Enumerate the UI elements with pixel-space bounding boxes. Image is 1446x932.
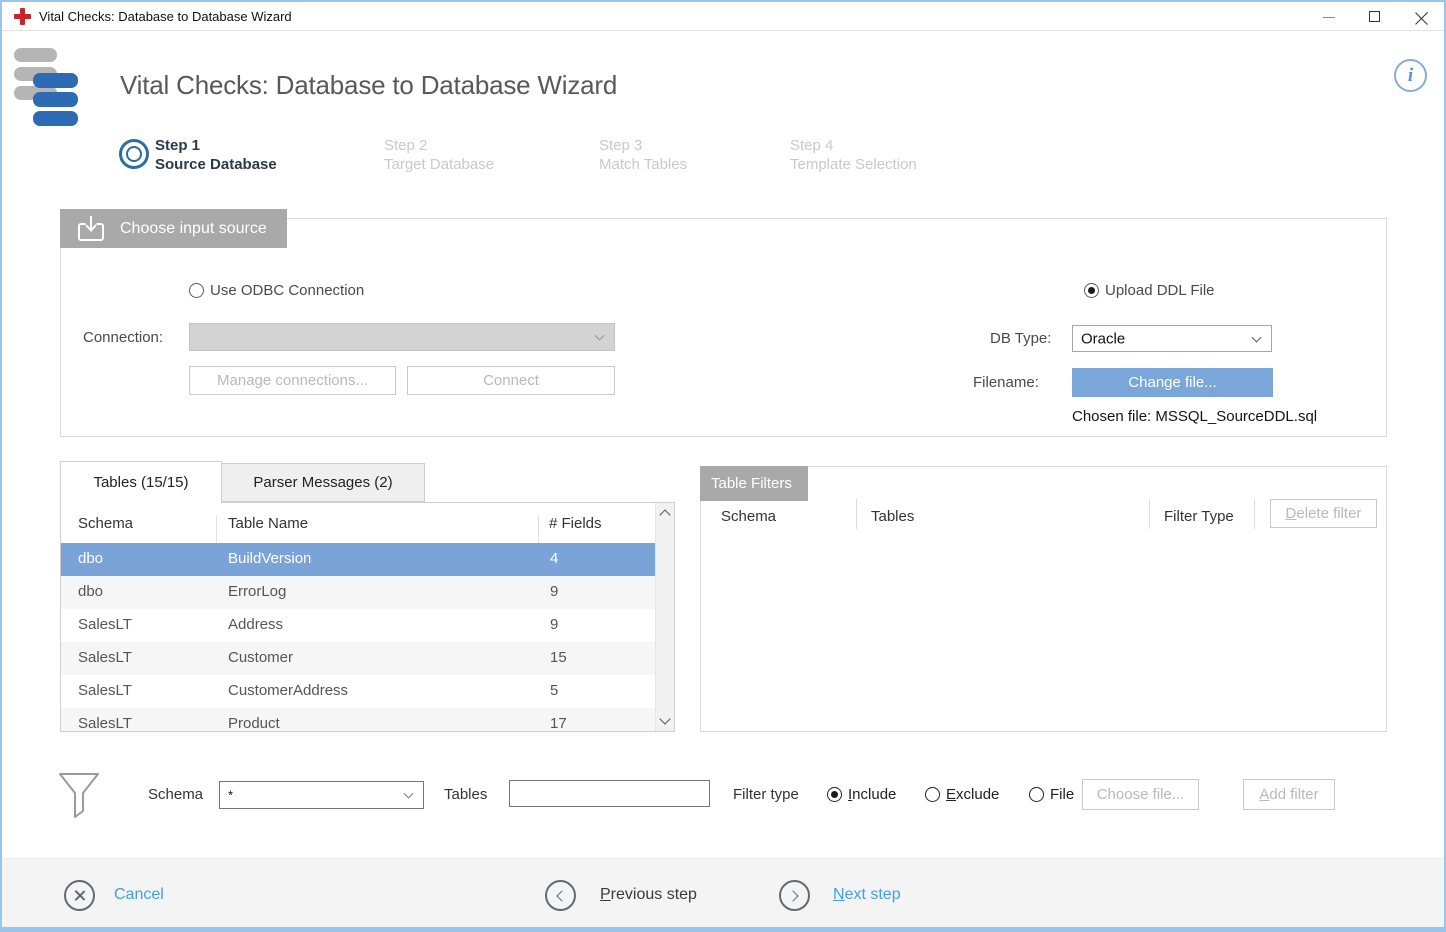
next-step-icon[interactable] — [779, 880, 810, 911]
logo-pill-blue — [33, 73, 78, 88]
db-type-label: DB Type: — [990, 330, 1051, 347]
tab-tables[interactable]: Tables (15/15) — [60, 461, 222, 503]
footer-bar: Cancel Previous step Next step — [2, 858, 1444, 927]
app-cross-icon — [14, 8, 31, 25]
table-row[interactable]: SalesLTCustomer15 — [61, 642, 655, 675]
step-3: Step 3 Match Tables — [599, 136, 687, 174]
step-1-number: Step 1 — [155, 136, 277, 155]
step-2: Step 2 Target Database — [384, 136, 494, 174]
filters-column-schema: Schema — [721, 508, 776, 525]
window-border-top — [0, 0, 1446, 2]
table-row[interactable]: SalesLTProduct17 — [61, 708, 655, 732]
page-title: Vital Checks: Database to Database Wizar… — [120, 70, 617, 101]
chevron-down-icon — [1252, 332, 1262, 342]
file-radio-label: File — [1050, 786, 1074, 803]
include-radio[interactable] — [827, 787, 842, 802]
cancel-icon[interactable] — [64, 880, 95, 911]
step-3-label: Match Tables — [599, 155, 687, 174]
close-icon — [1415, 10, 1428, 23]
tab-parser-messages[interactable]: Parser Messages (2) — [221, 463, 425, 502]
window-title: Vital Checks: Database to Database Wizar… — [39, 2, 292, 31]
tables-scrollbar[interactable] — [655, 503, 674, 731]
connection-label: Connection: — [83, 329, 163, 346]
app-window: Vital Checks: Database to Database Wizar… — [0, 0, 1446, 932]
previous-step-button[interactable]: Previous step — [600, 886, 697, 904]
upload-ddl-radio[interactable] — [1084, 283, 1099, 298]
chevron-down-icon — [595, 331, 605, 341]
db-type-dropdown[interactable]: Oracle — [1072, 325, 1272, 352]
tables-list: Schema Table Name # Fields dboBuildVersi… — [60, 502, 675, 732]
tables-header: Schema Table Name # Fields — [61, 503, 674, 543]
step-3-number: Step 3 — [599, 136, 687, 155]
input-source-badge-label: Choose input source — [120, 220, 267, 238]
db-type-value: Oracle — [1081, 330, 1125, 347]
column-fields: # Fields — [549, 515, 602, 532]
upload-ddl-radio-label: Upload DDL File — [1105, 282, 1215, 299]
table-row[interactable]: dboErrorLog9 — [61, 576, 655, 609]
table-row[interactable]: SalesLTAddress9 — [61, 609, 655, 642]
filter-tables-label: Tables — [444, 786, 487, 803]
exclude-radio-label: Exclude — [946, 786, 999, 803]
step-2-label: Target Database — [384, 155, 494, 174]
minimize-icon — [1323, 17, 1335, 18]
filter-type-label: Filter type — [733, 786, 799, 803]
exclude-radio[interactable] — [925, 787, 940, 802]
logo-pill-gray — [14, 48, 57, 62]
chevron-down-icon — [404, 789, 414, 799]
step-4-number: Step 4 — [790, 136, 917, 155]
scroll-down-icon[interactable] — [659, 713, 670, 724]
close-button[interactable] — [1398, 2, 1444, 31]
title-bar: Vital Checks: Database to Database Wizar… — [2, 2, 1444, 31]
connection-dropdown[interactable] — [189, 323, 615, 351]
include-radio-label: Include — [848, 786, 896, 803]
input-source-badge: Choose input source — [60, 209, 287, 248]
filter-funnel-icon — [58, 772, 100, 824]
connect-button[interactable]: Connect — [407, 366, 615, 395]
next-step-button[interactable]: Next step — [833, 886, 901, 904]
table-row[interactable]: SalesLTCustomerAddress5 — [61, 675, 655, 708]
step-1-label: Source Database — [155, 155, 277, 174]
filename-label: Filename: — [973, 374, 1039, 391]
scroll-up-icon[interactable] — [659, 509, 670, 520]
change-file-button[interactable]: Change file... — [1072, 368, 1273, 397]
table-row[interactable]: dboBuildVersion4 — [61, 543, 655, 576]
filter-schema-label: Schema — [148, 786, 203, 803]
tables-rows: dboBuildVersion4dboErrorLog9SalesLTAddre… — [61, 543, 655, 732]
maximize-icon — [1369, 11, 1380, 22]
table-filters-badge: Table Filters — [700, 466, 808, 501]
table-filters-section: Schema Tables Filter Type Delete filter — [700, 466, 1387, 732]
odbc-radio-label: Use ODBC Connection — [210, 282, 364, 299]
filter-tables-input[interactable] — [509, 780, 710, 807]
step-2-number: Step 2 — [384, 136, 494, 155]
logo-pill-blue — [33, 111, 78, 126]
add-filter-button[interactable]: Add filter — [1243, 779, 1335, 810]
filters-column-tables: Tables — [871, 508, 914, 525]
step-1: Step 1 Source Database — [155, 136, 277, 174]
window-border-left — [0, 0, 2, 932]
delete-filter-button[interactable]: Delete filter — [1270, 499, 1377, 528]
filters-column-filter-type: Filter Type — [1164, 508, 1234, 525]
choose-file-button[interactable]: Choose file... — [1082, 779, 1199, 810]
filter-schema-value: * — [228, 788, 233, 803]
table-filters-badge-label: Table Filters — [711, 475, 792, 492]
maximize-button[interactable] — [1352, 2, 1398, 31]
download-icon — [76, 215, 106, 243]
manage-connections-button[interactable]: Manage connections... — [189, 366, 396, 395]
step1-circle-icon — [119, 139, 149, 169]
previous-step-icon[interactable] — [545, 880, 576, 911]
minimize-button[interactable] — [1306, 2, 1352, 31]
filter-schema-dropdown[interactable]: * — [219, 781, 424, 809]
logo-pill-blue — [33, 92, 78, 107]
window-border-bottom — [0, 927, 1446, 932]
file-radio[interactable] — [1029, 787, 1044, 802]
column-table-name: Table Name — [228, 515, 308, 532]
cancel-button[interactable]: Cancel — [114, 886, 164, 904]
step-4-label: Template Selection — [790, 155, 917, 174]
info-icon[interactable]: i — [1394, 59, 1427, 92]
odbc-radio[interactable] — [189, 283, 204, 298]
step-4: Step 4 Template Selection — [790, 136, 917, 174]
chosen-file-text: Chosen file: MSSQL_SourceDDL.sql — [1072, 408, 1317, 425]
column-schema: Schema — [78, 515, 133, 532]
